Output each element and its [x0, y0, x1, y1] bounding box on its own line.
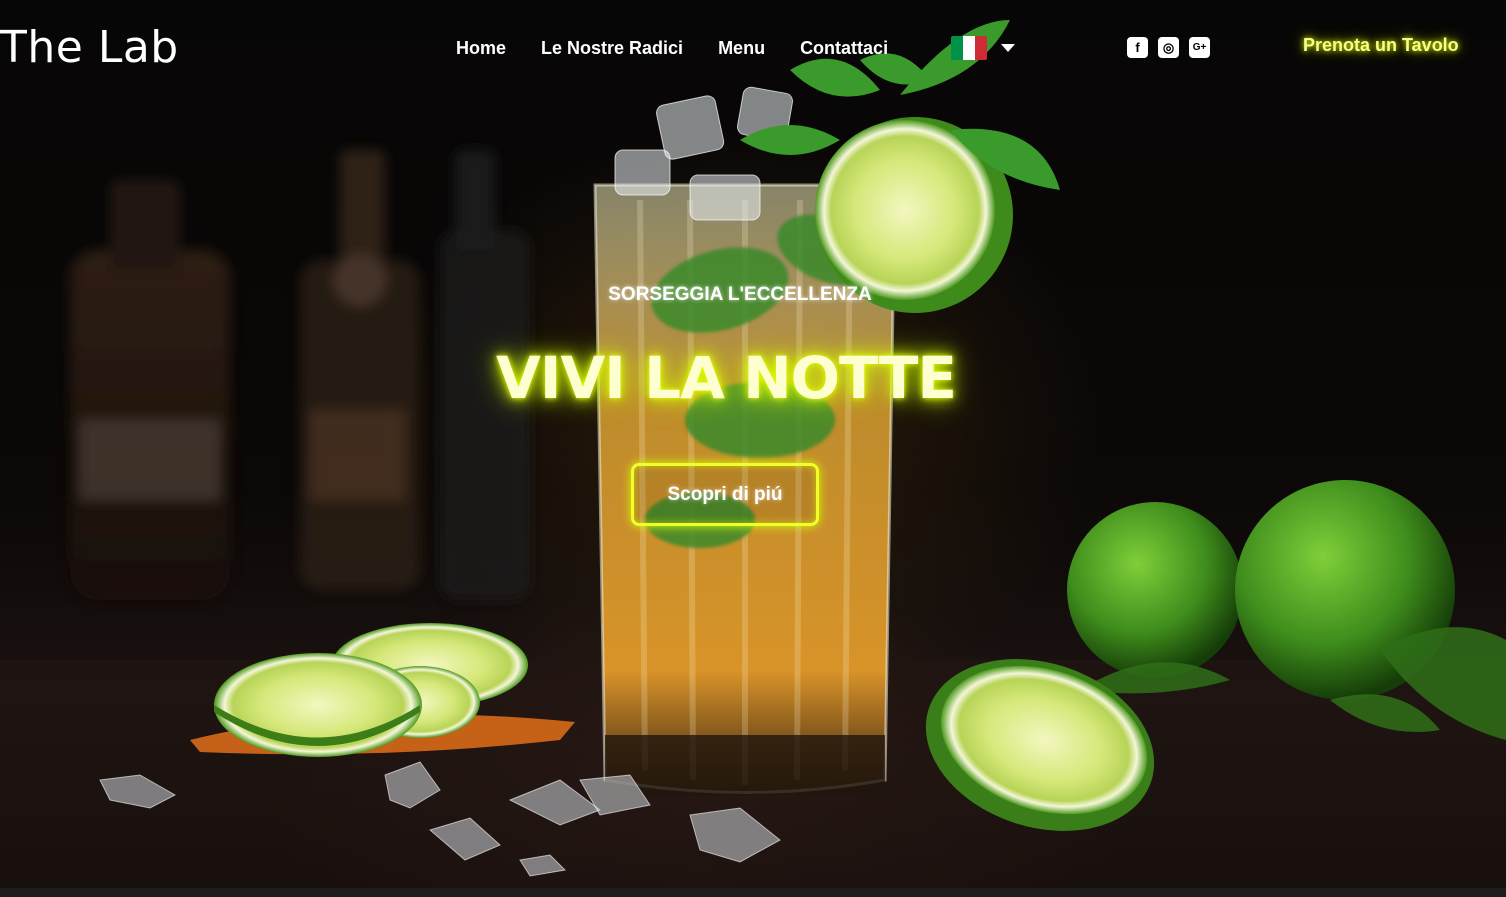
nav-link-menu[interactable]: Menu [718, 36, 765, 60]
nav-link-home[interactable]: Home [456, 36, 506, 60]
italy-flag-icon [951, 36, 987, 60]
hero-background-image [0, 0, 1506, 888]
google-plus-icon[interactable]: G+ [1189, 37, 1210, 58]
hero-title: VIVI LA NOTTE [495, 344, 957, 412]
language-switcher[interactable] [951, 36, 1015, 60]
nav-link-le-nostre-radici[interactable]: Le Nostre Radici [541, 36, 683, 60]
cocktail-scene-illustration [0, 20, 1506, 888]
facebook-icon[interactable]: f [1127, 37, 1148, 58]
social-links: f ◎ G+ [1127, 37, 1210, 58]
main-nav: Home Le Nostre Radici Menu Contattaci [456, 36, 923, 60]
site-header: The Lab Home Le Nostre Radici Menu Conta… [0, 0, 1506, 96]
site-logo[interactable]: The Lab [0, 22, 179, 74]
nav-link-contattaci[interactable]: Contattaci [800, 36, 888, 60]
instagram-icon[interactable]: ◎ [1158, 37, 1179, 58]
book-table-link[interactable]: Prenota un Tavolo [1303, 35, 1459, 56]
page-bottom-strip [0, 888, 1506, 897]
discover-more-button[interactable]: Scopri di piú [631, 463, 819, 526]
chevron-down-icon [1001, 44, 1015, 52]
hero-subtitle: SORSEGGIA L'ECCELLENZA [608, 284, 872, 305]
